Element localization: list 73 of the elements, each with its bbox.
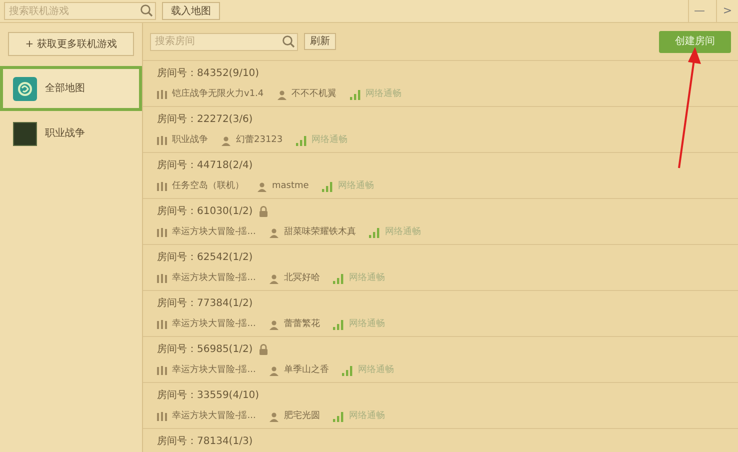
user-icon <box>268 412 279 422</box>
network-status: 网络通畅 <box>384 226 421 239</box>
signal-icon <box>296 136 307 146</box>
signal-icon <box>332 412 344 422</box>
network-status: 网络通畅 <box>358 364 394 377</box>
room-row[interactable]: 房间号：44718(2/4) 任务空岛（联机） mastme 网络通畅 <box>143 153 738 199</box>
signal-icon <box>322 182 333 192</box>
room-number: 房间号：33559(4/10) <box>157 388 260 403</box>
map-name: 铠庄战争无限火力v1.4 <box>172 88 264 101</box>
signal-icon <box>332 274 344 284</box>
owner-name: 单季山之香 <box>284 364 329 377</box>
owner-name: 甜菜味荣耀铁木真 <box>284 226 356 239</box>
signal-icon <box>350 90 361 100</box>
user-icon <box>268 228 279 238</box>
network-status: 网络通畅 <box>348 318 385 331</box>
room-number: 房间号：44718(2/4) <box>157 158 253 173</box>
room-row[interactable]: 房间号：62542(1/2) 幸运方块大冒险-揺... 北冥好哈 网络通畅 <box>143 245 738 291</box>
room-number: 房间号：77384(1/2) <box>157 296 253 311</box>
signal-icon <box>368 228 380 238</box>
load-map-button[interactable]: 载入地图 <box>162 2 220 20</box>
map-name: 职业战争 <box>172 134 208 147</box>
sidebar-item[interactable]: 全部地图 <box>0 66 142 111</box>
room-row[interactable]: 房间号：61030(1/2) 幸运方块大冒险-揺... 甜菜味荣耀铁木真 网络通畅 <box>143 199 738 245</box>
user-icon <box>268 274 279 284</box>
room-row[interactable]: 房间号：22272(3/6) 职业战争 幻蕾23123 网络通畅 <box>143 107 738 153</box>
search-field[interactable]: 搜索联机游戏 <box>4 2 156 20</box>
network-status: 网络通畅 <box>338 180 374 193</box>
room-number: 房间号：84352(9/10) <box>157 66 260 81</box>
refresh-button[interactable]: 刷新 <box>304 33 336 50</box>
more-games-button[interactable]: + 获取更多联机游戏 <box>8 32 134 56</box>
map-name: 幸运方块大冒险-揺... <box>172 364 256 377</box>
sidebar-label: 职业战争 <box>45 126 85 141</box>
owner-name: mastme <box>272 180 309 193</box>
search-field[interactable]: 搜索房间 <box>150 32 298 50</box>
room-row[interactable]: 房间号：77384(1/2) 幸运方块大冒险-揺... 蕾蕾繁花 网络通畅 <box>143 291 738 337</box>
user-icon <box>221 136 231 146</box>
signal-icon <box>332 320 344 330</box>
sidebar-label: 全部地图 <box>45 82 85 96</box>
owner-name: 不不不机翼 <box>292 88 337 101</box>
room-row[interactable]: 房间号：33559(4/10) 幸运方块大冒险-揺... 肥宅光圆 网络通畅 <box>143 383 738 429</box>
room-number: 房间号：78134(1/3) <box>157 434 253 449</box>
close-button[interactable]: > <box>716 0 738 22</box>
room-row[interactable]: 房间号：84352(9/10) 铠庄战争无限火力v1.4 不不不机翼 网络通畅 <box>143 61 738 107</box>
map-name: 任务空岛（联机） <box>172 180 244 193</box>
room-row[interactable]: 房间号：56985(1/2) 幸运方块大冒险-揺... 单季山之香 网络通畅 <box>143 337 738 383</box>
room-number: 房间号：22272(3/6) <box>157 112 253 127</box>
map-name: 幸运方块大冒险-揺... <box>172 226 256 239</box>
network-status: 网络通畅 <box>312 134 348 147</box>
owner-name: 幻蕾23123 <box>236 134 283 147</box>
network-status: 网络通畅 <box>348 410 385 423</box>
user-icon <box>257 182 267 192</box>
room-number: 房间号：56985(1/2) <box>157 342 253 357</box>
create-room-button[interactable]: 创建房间 <box>659 30 731 52</box>
room-number: 房间号：61030(1/2) <box>157 204 253 219</box>
map-name: 幸运方块大冒险-揺... <box>172 318 256 331</box>
sidebar-item[interactable]: 职业战争 <box>0 111 142 156</box>
user-icon <box>276 90 287 100</box>
owner-name: 肥宅光圆 <box>284 410 320 423</box>
signal-icon <box>342 366 353 376</box>
room-number: 房间号：62542(1/2) <box>157 250 253 265</box>
map-name: 幸运方块大冒险-揺... <box>172 410 256 423</box>
owner-name: 北冥好哈 <box>284 272 320 285</box>
search-icon <box>282 34 295 48</box>
user-icon <box>268 366 279 376</box>
room-row[interactable]: 房间号：78134(1/3) <box>143 429 738 452</box>
game-thumbnail <box>13 122 37 146</box>
minimize-button[interactable]: — <box>688 0 710 22</box>
search-icon <box>140 4 153 17</box>
user-icon <box>268 320 279 330</box>
network-status: 网络通畅 <box>366 88 402 101</box>
map-name: 幸运方块大冒险-揺... <box>172 272 256 285</box>
network-status: 网络通畅 <box>348 272 385 285</box>
owner-name: 蕾蕾繁花 <box>284 318 320 331</box>
